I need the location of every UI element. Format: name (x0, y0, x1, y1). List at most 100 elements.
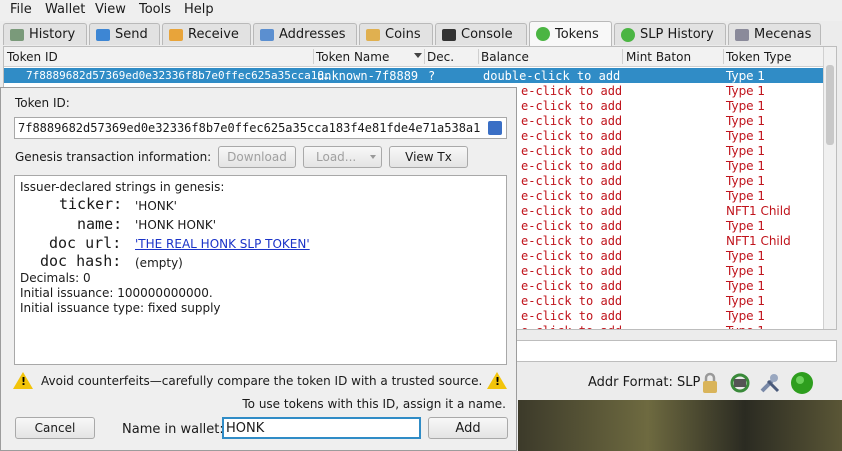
cell-type: Type 1 (726, 129, 766, 143)
menu-tools[interactable]: Tools (139, 2, 171, 17)
menu-file[interactable]: File (10, 2, 32, 17)
vertical-scrollbar[interactable] (823, 47, 836, 329)
tab-label: History (29, 27, 76, 42)
load-dropdown-button[interactable]: Load... (303, 146, 382, 168)
cell-balance: e-click to add (521, 279, 623, 293)
column-divider (313, 49, 314, 64)
tab-label: SLP History (640, 27, 714, 42)
cell-balance: e-click to add (521, 264, 623, 278)
warning-icon: ! (487, 372, 507, 389)
doc-url-link[interactable]: 'THE REAL HONK SLP TOKEN' (135, 237, 310, 251)
tab-console[interactable]: Console (435, 23, 527, 45)
history-icon (10, 28, 24, 41)
download-button[interactable]: Download (218, 146, 296, 168)
cell-balance: double-click to add (483, 69, 621, 83)
cell-balance: e-click to add (521, 249, 623, 263)
doc-hash-label: doc hash: (40, 252, 122, 270)
cell-balance: e-click to add (521, 174, 623, 188)
cell-balance: e-click to add (521, 144, 623, 158)
col-decimals[interactable]: Dec. (427, 50, 454, 64)
menu-wallet[interactable]: Wallet (45, 2, 85, 17)
tab-history[interactable]: History (3, 23, 87, 45)
decimals-text: Decimals: 0 (20, 271, 91, 285)
token-id-field[interactable]: 7f8889682d57369ed0e32336f8b7e0ffec625a35… (14, 117, 507, 139)
column-divider (622, 49, 623, 64)
warning-icon: ! (13, 372, 33, 389)
cell-balance: e-click to add (521, 309, 623, 323)
slp-icon (621, 27, 635, 42)
table-row-selected[interactable]: 7f8889682d57369ed0e32336f8b7e0ffec625a35… (4, 68, 824, 83)
tab-label: Coins (385, 27, 421, 42)
tab-tokens[interactable]: Tokens (529, 21, 612, 46)
cell-balance: e-click to add (521, 324, 622, 329)
assign-hint: To use tokens with this ID, assign it a … (242, 397, 506, 411)
tab-label: Mecenas (754, 27, 812, 42)
tab-addresses[interactable]: Addresses (253, 23, 357, 45)
tab-label: Receive (188, 27, 239, 42)
tab-label: Addresses (279, 27, 346, 42)
status-bar: Addr Format: SLP (520, 366, 842, 402)
load-label: Load... (316, 150, 357, 164)
col-token-type[interactable]: Token Type (726, 50, 792, 64)
token-id-label: Token ID: (15, 96, 70, 110)
col-balance[interactable]: Balance (481, 50, 529, 64)
view-tx-button[interactable]: View Tx (389, 146, 468, 168)
addr-format-label[interactable]: Addr Format: SLP (588, 375, 700, 390)
ticker-label: ticker: (59, 195, 123, 213)
cell-type: Type 1 (726, 114, 766, 128)
cell-type: NFT1 Child (726, 234, 791, 248)
col-mint-baton[interactable]: Mint Baton (626, 50, 691, 64)
genesis-info-box: Issuer-declared strings in genesis: tick… (14, 175, 507, 365)
issuance-text: Initial issuance: 100000000000. (20, 286, 213, 300)
cell-type: Type 1 (726, 144, 766, 158)
doc-url-label: doc url: (49, 234, 122, 252)
col-token-name[interactable]: Token Name (316, 50, 389, 64)
issuance-type-text: Initial issuance type: fixed supply (20, 301, 221, 315)
doc-hash-value: (empty) (135, 256, 183, 270)
sync-icon[interactable] (728, 371, 752, 395)
bottom-input[interactable] (500, 340, 837, 362)
lock-icon[interactable] (698, 371, 722, 395)
cell-type: Type 1 (726, 294, 766, 308)
tools-icon (735, 28, 749, 41)
add-button[interactable]: Add (428, 417, 508, 439)
send-icon (96, 28, 110, 41)
tools-icon[interactable] (758, 371, 782, 395)
tab-mecenas[interactable]: Mecenas (728, 23, 821, 45)
cell-type: Type 1 (726, 174, 766, 188)
cell-type: Type 1 (726, 219, 766, 233)
col-token-id[interactable]: Token ID (7, 50, 58, 64)
cell-type: Type 1 (726, 249, 766, 263)
table-header: Token ID Token Name Dec. Balance Mint Ba… (4, 47, 824, 67)
tab-bar: History Send Receive Addresses Coins Con… (0, 21, 842, 46)
scroll-thumb[interactable] (826, 65, 834, 145)
tab-coins[interactable]: Coins (359, 23, 433, 45)
console-icon (442, 28, 456, 41)
column-divider (424, 49, 425, 64)
menu-view[interactable]: View (95, 2, 126, 17)
ticker-value: 'HONK' (135, 199, 177, 213)
cell-balance: e-click to add (521, 114, 623, 128)
tab-send[interactable]: Send (89, 23, 160, 45)
menu-help[interactable]: Help (184, 2, 214, 17)
cell-type: Type 1 (726, 84, 766, 98)
cell-type: NFT1 Child (726, 204, 791, 218)
cell-balance: e-click to add (521, 294, 623, 308)
cell-balance: e-click to add (521, 234, 623, 248)
tab-receive[interactable]: Receive (162, 23, 251, 45)
chevron-down-icon (370, 155, 376, 159)
cancel-button[interactable]: Cancel (15, 417, 95, 439)
cell-balance: e-click to add (521, 84, 623, 98)
coins-icon (366, 28, 380, 41)
addresses-icon (260, 28, 274, 41)
cell-decimals: ? (428, 69, 436, 83)
genesis-label: Genesis transaction information: (15, 150, 212, 164)
name-in-wallet-input[interactable]: HONK (222, 417, 421, 439)
tab-slp-history[interactable]: SLP History (614, 23, 726, 45)
warning-text: Avoid counterfeits—carefully compare the… (41, 374, 483, 388)
token-id-value: 7f8889682d57369ed0e32336f8b7e0ffec625a35… (18, 121, 481, 135)
network-status-icon[interactable] (790, 371, 814, 395)
tab-label: Console (461, 27, 513, 42)
cell-type: Type 1 (726, 264, 766, 278)
copy-icon[interactable] (488, 121, 502, 135)
